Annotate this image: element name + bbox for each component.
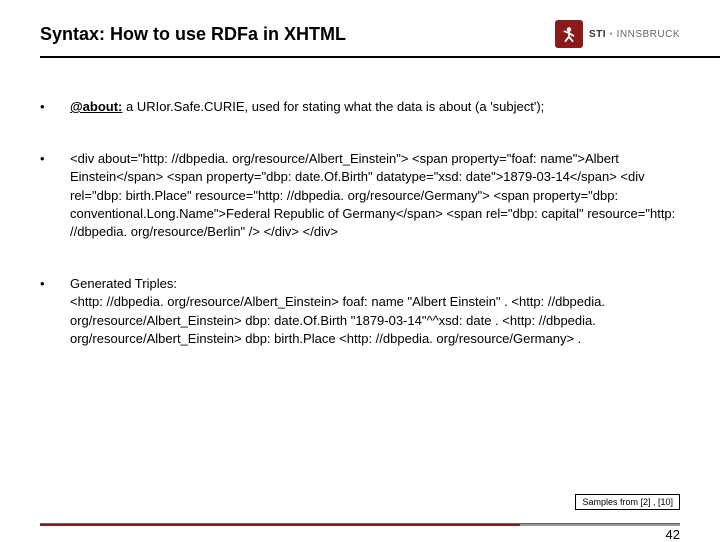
bullet-1-text: @about: a URIor.Safe.CURIE, used for sta… [70, 98, 680, 116]
slide-header: Syntax: How to use RDFa in XHTML STI • I… [40, 20, 680, 56]
about-attr-desc: a URIor.Safe.CURIE, used for stating wha… [122, 99, 544, 114]
slide-title: Syntax: How to use RDFa in XHTML [40, 24, 346, 45]
samples-footnote: Samples from [2] , [10] [575, 494, 680, 510]
triples-body: <http: //dbpedia. org/resource/Albert_Ei… [70, 294, 605, 345]
footer-divider [40, 523, 680, 526]
bullet-marker: • [40, 98, 70, 116]
bullet-marker: • [40, 150, 70, 241]
bullet-2: • <div about="http: //dbpedia. org/resou… [40, 150, 680, 241]
bullet-marker: • [40, 275, 70, 348]
slide-content: • @about: a URIor.Safe.CURIE, used for s… [40, 58, 680, 348]
logo-org: STI [589, 29, 606, 40]
bullet-3: • Generated Triples: <http: //dbpedia. o… [40, 275, 680, 348]
sti-logo-icon [555, 20, 583, 48]
logo-city: INNSBRUCK [617, 29, 680, 40]
bullet-3-text: Generated Triples: <http: //dbpedia. org… [70, 275, 680, 348]
logo-block: STI • INNSBRUCK [555, 20, 680, 48]
bullet-2-text: <div about="http: //dbpedia. org/resourc… [70, 150, 680, 241]
triples-heading: Generated Triples: [70, 276, 177, 291]
bullet-1: • @about: a URIor.Safe.CURIE, used for s… [40, 98, 680, 116]
logo-text: STI • INNSBRUCK [589, 29, 680, 40]
slide: Syntax: How to use RDFa in XHTML STI • I… [0, 0, 720, 540]
about-attr-label: @about: [70, 99, 122, 114]
